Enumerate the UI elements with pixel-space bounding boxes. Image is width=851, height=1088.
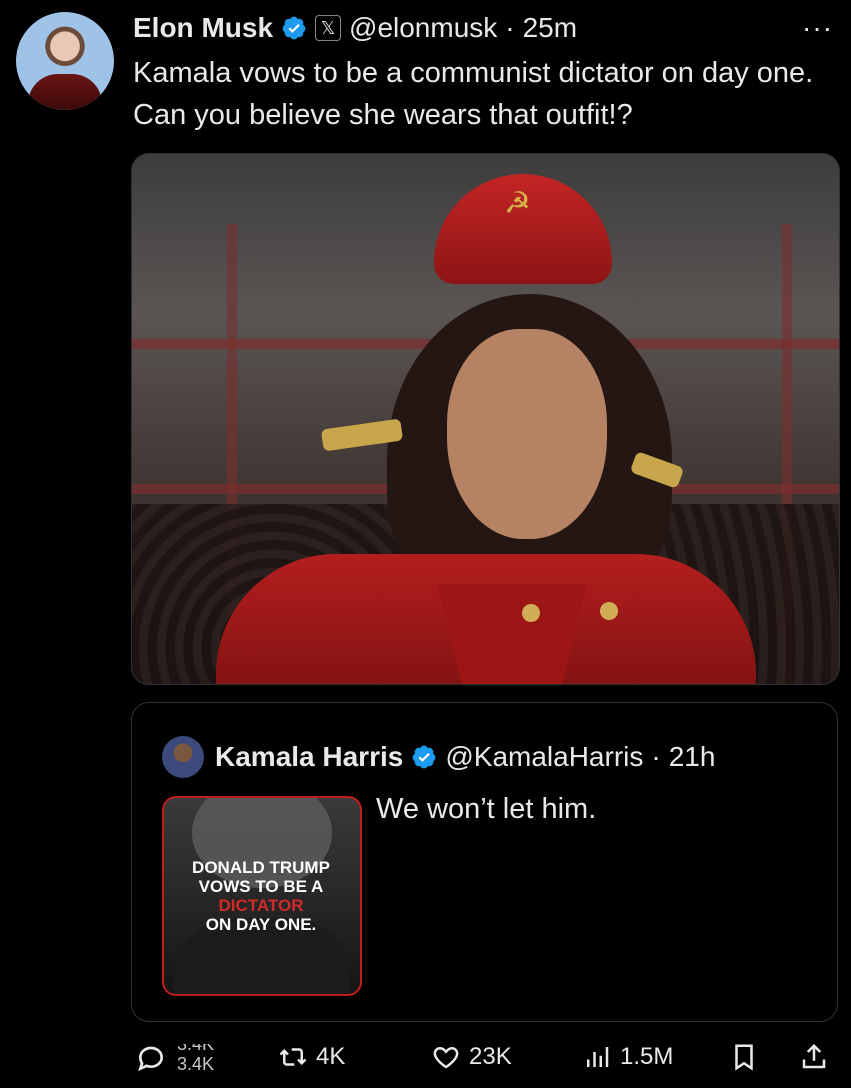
headline-line: DONALD TRUMP — [192, 858, 330, 877]
verified-badge-icon — [281, 15, 307, 41]
headline-line: VOWS TO BE A — [198, 877, 324, 896]
quoted-post-time[interactable]: 21h — [669, 741, 716, 773]
repost-count: 4K — [316, 1043, 346, 1070]
post-time[interactable]: 25m — [523, 12, 577, 44]
author-avatar[interactable] — [16, 12, 114, 110]
hammer-sickle-emblem: ☭ — [504, 187, 531, 220]
quoted-tweet-image[interactable]: DONALD TRUMP VOWS TO BE A DICTATOR ON DA… — [162, 796, 362, 996]
views-count: 1.5M — [620, 1043, 674, 1070]
share-icon — [799, 1042, 829, 1072]
more-options-icon[interactable]: ··· — [802, 12, 833, 44]
reply-count-top: 3.4K — [177, 1044, 215, 1054]
like-count: 23K — [469, 1043, 512, 1070]
heart-icon — [431, 1042, 461, 1072]
reply-icon — [135, 1042, 167, 1074]
verified-badge-icon — [411, 744, 437, 770]
views-icon — [582, 1042, 612, 1072]
author-handle[interactable]: @elonmusk — [349, 12, 497, 44]
quoted-tweet[interactable]: Kamala Harris @KamalaHarris · 21h DONALD… — [131, 702, 838, 1022]
avatar-figure — [28, 74, 102, 110]
repost-icon — [278, 1042, 308, 1072]
views-button[interactable]: 1.5M — [582, 1042, 673, 1072]
reply-count-bottom: 3.4K — [177, 1054, 215, 1074]
separator-dot: · — [505, 12, 515, 43]
author-name[interactable]: Elon Musk — [133, 12, 273, 44]
quoted-tweet-text: We won’t let him. — [376, 793, 597, 825]
tweet-text: Kamala vows to be a communist dictator o… — [133, 57, 814, 131]
reply-button[interactable]: 3.4K 3.4K — [135, 1042, 214, 1074]
image-headline: DONALD TRUMP VOWS TO BE A DICTATOR ON DA… — [176, 858, 346, 934]
tweet-image[interactable]: ☭ — [131, 153, 840, 685]
quoted-author-name[interactable]: Kamala Harris — [215, 741, 403, 773]
x-logo-icon: 𝕏 — [315, 15, 342, 41]
face — [447, 329, 607, 539]
coat-button — [600, 602, 618, 620]
quoted-author-avatar[interactable] — [162, 736, 204, 778]
separator-dot: · — [651, 741, 661, 772]
share-button[interactable] — [799, 1042, 829, 1072]
quoted-tweet-header: Kamala Harris @KamalaHarris · 21h — [215, 736, 715, 778]
coat-lapel — [437, 584, 587, 684]
repost-button[interactable]: 4K — [278, 1042, 345, 1072]
reply-count: 3.4K 3.4K — [177, 1044, 237, 1084]
action-bar: 3.4K 3.4K 4K 23K 1.5M — [131, 1028, 836, 1088]
headline-line: DICTATOR — [218, 896, 304, 915]
coat-button — [522, 604, 540, 622]
bookmark-icon — [729, 1042, 759, 1072]
headline-line: ON DAY ONE. — [205, 915, 317, 934]
tweet-header: Elon Musk 𝕏 @elonmusk · 25m — [133, 10, 577, 46]
like-button[interactable]: 23K — [431, 1042, 512, 1072]
quoted-author-handle[interactable]: @KamalaHarris — [445, 741, 643, 773]
bookmark-button[interactable] — [729, 1042, 759, 1072]
